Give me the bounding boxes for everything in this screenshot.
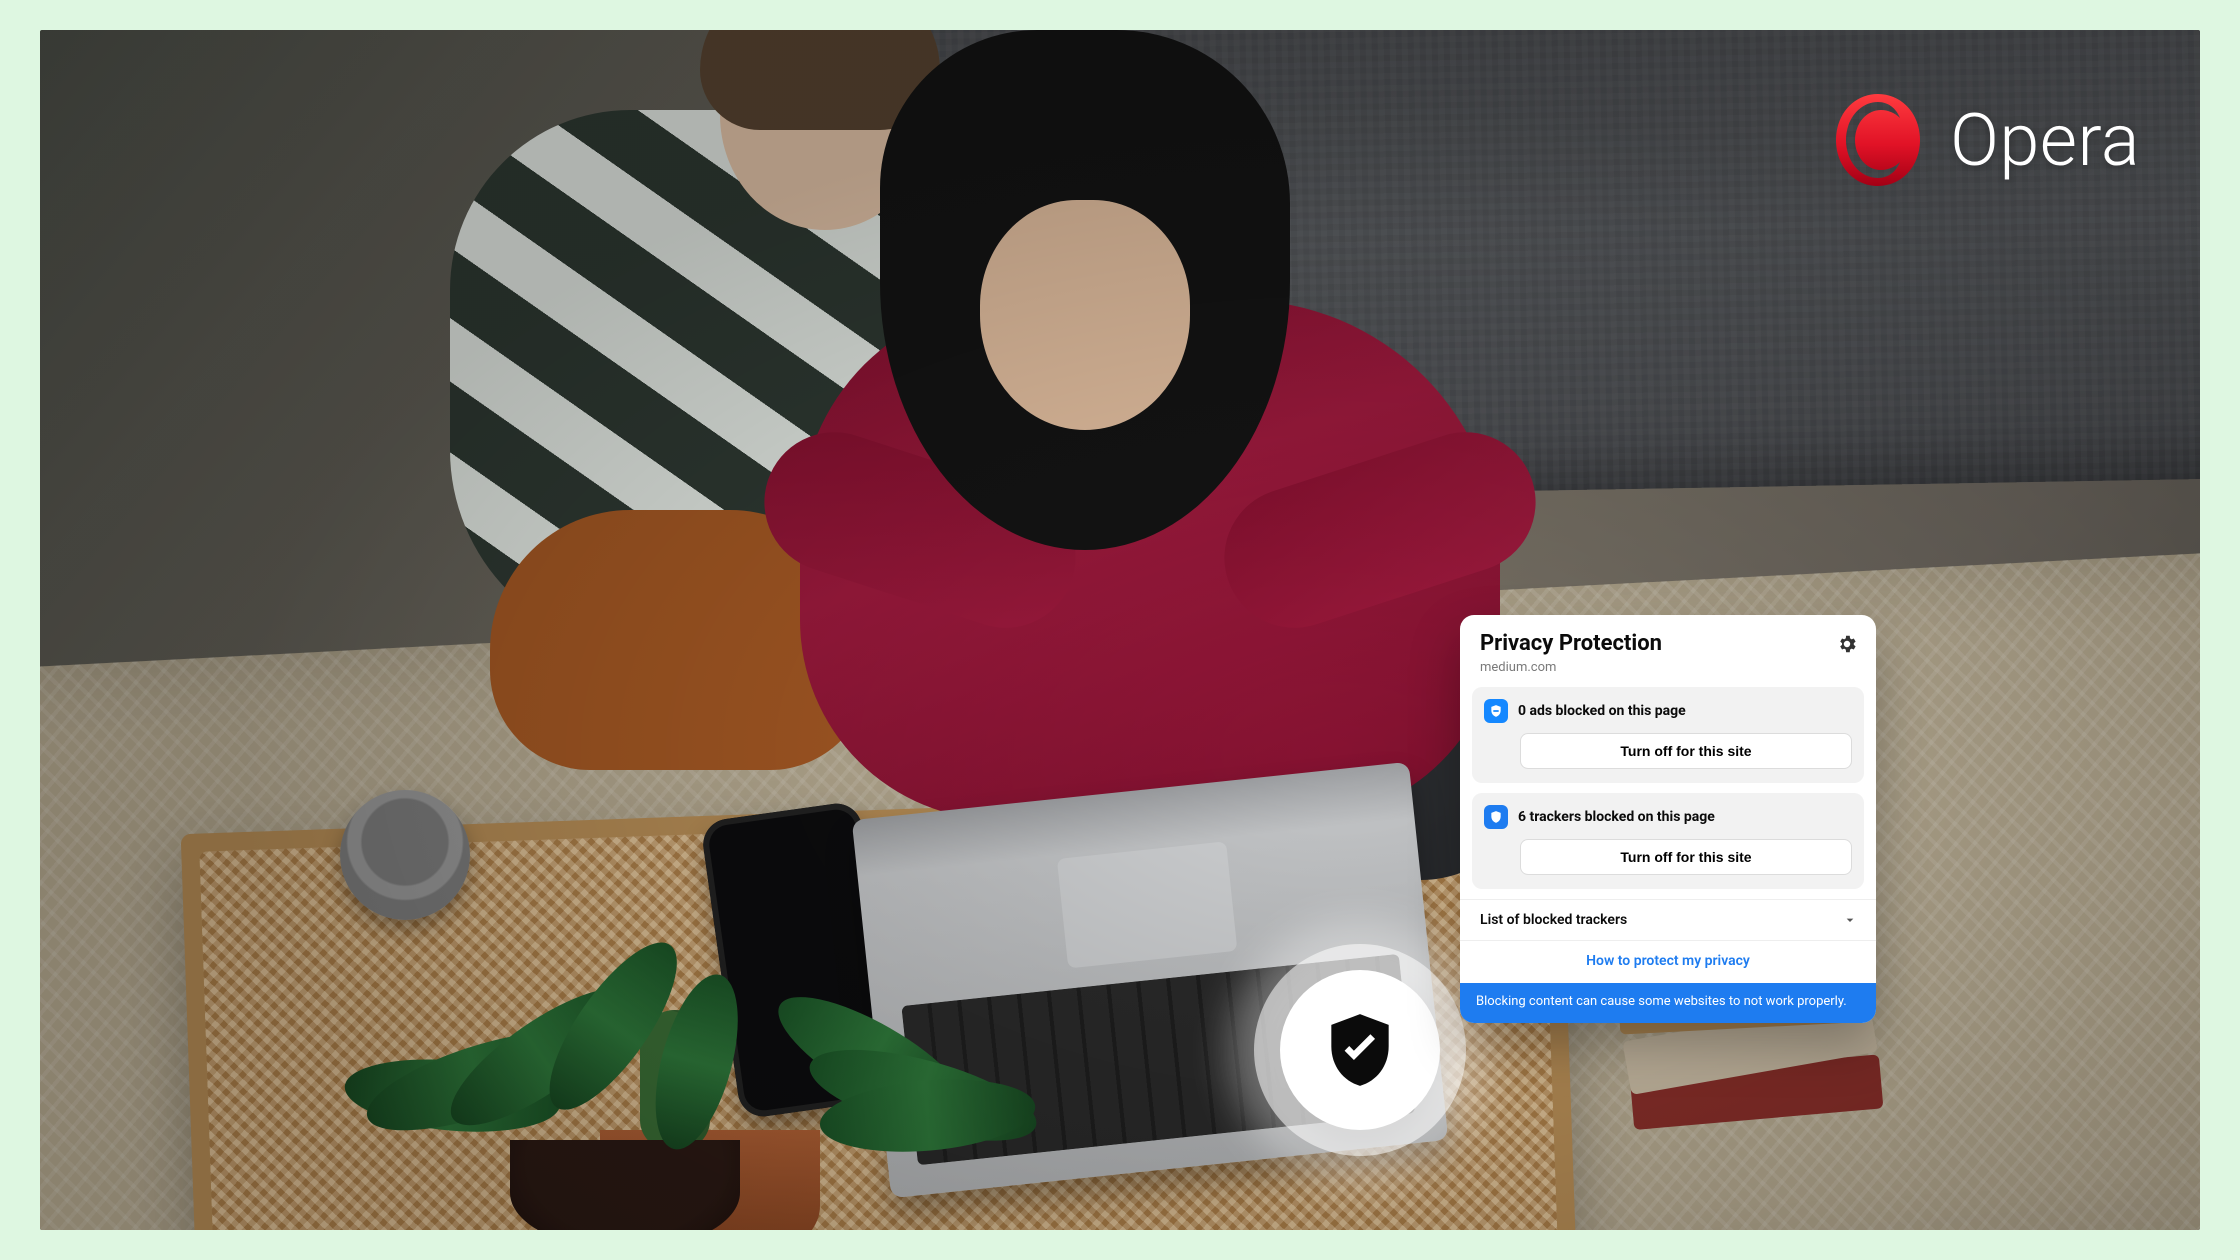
scene-cactus (640, 1010, 710, 1150)
privacy-protection-panel: Privacy Protection medium.com 0 ads bloc… (1460, 615, 1876, 1023)
scene-mug (340, 790, 470, 920)
blocked-trackers-label: List of blocked trackers (1480, 912, 1627, 928)
ad-blocker-icon (1484, 699, 1508, 723)
brand-lockup: Opera (1828, 90, 2140, 190)
scene-person-right (800, 40, 1500, 860)
privacy-shield-button[interactable] (1280, 970, 1440, 1130)
panel-title: Privacy Protection (1480, 631, 1662, 656)
ads-turn-off-button[interactable]: Turn off for this site (1520, 733, 1852, 769)
chevron-down-icon (1842, 912, 1858, 928)
blocking-notice: Blocking content can cause some websites… (1460, 983, 1876, 1023)
trackers-blocked-section: 6 trackers blocked on this page Turn off… (1472, 793, 1864, 889)
photo-scene: Opera Privacy Protection medium.com (40, 30, 2200, 1230)
brand-name: Opera (1950, 98, 2140, 183)
scene-cactus-pot (600, 1130, 820, 1230)
privacy-help-link[interactable]: How to protect my privacy (1460, 940, 1876, 983)
ads-blocked-count: 0 ads blocked on this page (1518, 703, 1686, 719)
trackers-blocked-count: 6 trackers blocked on this page (1518, 809, 1715, 825)
opera-logo-icon (1828, 90, 1928, 190)
shield-check-icon (1317, 1007, 1403, 1093)
trackers-turn-off-button[interactable]: Turn off for this site (1520, 839, 1852, 875)
ads-blocked-section: 0 ads blocked on this page Turn off for … (1472, 687, 1864, 783)
blocked-trackers-disclosure[interactable]: List of blocked trackers (1460, 899, 1876, 940)
tracker-blocker-icon (1484, 805, 1508, 829)
promo-frame: Opera Privacy Protection medium.com (0, 0, 2240, 1260)
panel-site-domain: medium.com (1460, 660, 1876, 687)
settings-gear-icon[interactable] (1836, 633, 1858, 655)
